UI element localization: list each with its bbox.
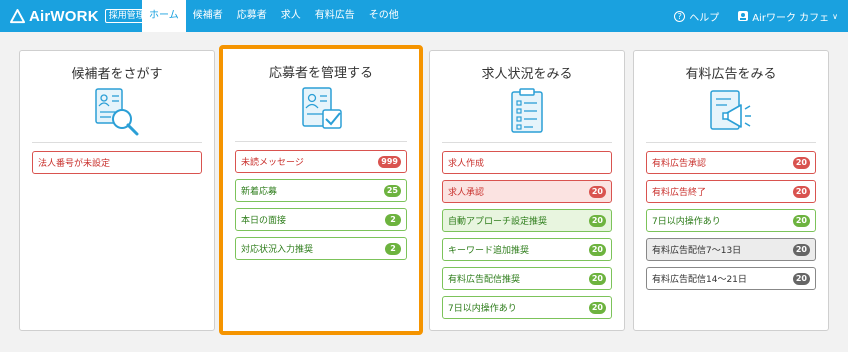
item-paid-ad-ended[interactable]: 有料広告終了 20 [646, 180, 816, 203]
card-title: 求人状況をみる [481, 67, 573, 82]
account-menu[interactable]: Airワーク カフェ ∨ [737, 9, 838, 24]
item-label: キーワード追加推奨 [448, 246, 530, 256]
tab-other[interactable]: その他 [362, 0, 406, 32]
item-label: 対応状況入力推奨 [241, 245, 314, 255]
tab-candidates[interactable]: 候補者 [186, 0, 230, 32]
item-keyword-recommended[interactable]: キーワード追加推奨 20 [442, 238, 612, 261]
count-badge: 2 [385, 213, 401, 226]
help-icon: ? [674, 10, 686, 22]
help-label: ヘルプ [689, 12, 720, 24]
card-title: 有料広告をみる [685, 67, 777, 82]
item-paid-ad-approval[interactable]: 有料広告承認 20 [646, 151, 816, 174]
candidate-search-icon [95, 88, 139, 136]
logo-mark-icon [10, 8, 25, 23]
chevron-down-icon: ∨ [832, 11, 838, 21]
count-badge: 20 [588, 272, 606, 285]
item-label: 新着応募 [241, 187, 278, 197]
count-badge: 20 [792, 185, 810, 198]
item-label: 自動アプローチ設定推奨 [448, 217, 548, 227]
item-label: 求人承認 [448, 188, 485, 198]
item-status-input-recommended[interactable]: 対応状況入力推奨 2 [235, 237, 407, 260]
item-label: 求人作成 [448, 159, 485, 169]
item-ad-operated-within-7-days[interactable]: 7日以内操作あり 20 [646, 209, 816, 232]
count-badge: 20 [792, 214, 810, 227]
item-label: 有料広告終了 [652, 188, 707, 198]
airwork-logo[interactable]: AirWORK 採用管理 [10, 7, 149, 25]
item-todays-interviews[interactable]: 本日の面接 2 [235, 208, 407, 231]
main-nav-tabs: ホーム 候補者 応募者 求人 有料広告 その他 [142, 0, 406, 32]
count-badge: 999 [378, 155, 401, 168]
applicant-manage-icon [302, 87, 342, 129]
count-badge: 20 [588, 301, 606, 314]
item-label: 7日以内操作あり [448, 304, 517, 314]
card-paid-ads: 有料広告をみる 有料広告承認 20 有料広告終了 20 7日以内操作あり 20 … [633, 50, 829, 331]
paid-ad-icon [710, 90, 751, 130]
item-operated-within-7-days[interactable]: 7日以内操作あり 20 [442, 296, 612, 319]
card-job-status: 求人状況をみる 求人作成 求人承認 20 自動アプローチ設定推奨 20 キーワー… [429, 50, 625, 331]
item-label: 有料広告承認 [652, 159, 707, 169]
tab-applicants[interactable]: 応募者 [230, 0, 274, 32]
card-divider [235, 141, 407, 142]
logo-text: AirWORK [29, 7, 99, 25]
count-badge: 20 [792, 243, 810, 256]
item-paid-ad-recommended[interactable]: 有料広告配信推奨 20 [442, 267, 612, 290]
item-unread-messages[interactable]: 未読メッセージ 999 [235, 150, 407, 173]
item-label: 7日以内操作あり [652, 217, 721, 227]
count-badge: 2 [385, 242, 401, 255]
item-label: 有料広告配信7〜13日 [652, 246, 742, 256]
account-label: Airワーク カフェ [752, 12, 830, 24]
item-new-applications[interactable]: 新着応募 25 [235, 179, 407, 202]
item-create-job[interactable]: 求人作成 [442, 151, 612, 174]
card-divider [32, 142, 202, 143]
nav-right: ? ヘルプ Airワーク カフェ ∨ [674, 0, 838, 32]
tab-paid-ads[interactable]: 有料広告 [308, 0, 362, 32]
card-candidate-search: 候補者をさがす 法人番号が未設定 [19, 50, 215, 331]
card-items: 有料広告承認 20 有料広告終了 20 7日以内操作あり 20 有料広告配信7〜… [646, 151, 816, 296]
count-badge: 20 [792, 272, 810, 285]
item-job-approval[interactable]: 求人承認 20 [442, 180, 612, 203]
count-badge: 20 [792, 156, 810, 169]
item-auto-approach-recommended[interactable]: 自動アプローチ設定推奨 20 [442, 209, 612, 232]
card-divider [442, 142, 612, 143]
item-corporate-number-unset[interactable]: 法人番号が未設定 [32, 151, 202, 174]
item-label: 有料広告配信推奨 [448, 275, 521, 285]
tab-home[interactable]: ホーム [142, 0, 186, 32]
card-items: 法人番号が未設定 [32, 151, 202, 180]
count-badge: 20 [588, 185, 606, 198]
item-label: 有料広告配信14〜21日 [652, 275, 747, 285]
item-ad-delivery-7-13-days[interactable]: 有料広告配信7〜13日 20 [646, 238, 816, 261]
tab-jobs[interactable]: 求人 [274, 0, 308, 32]
card-items: 未読メッセージ 999 新着応募 25 本日の面接 2 対応状況入力推奨 2 [235, 150, 407, 266]
item-label: 本日の面接 [241, 216, 287, 226]
card-divider [646, 142, 816, 143]
store-icon [738, 11, 749, 21]
card-applicant-manage: 応募者を管理する 未読メッセージ 999 新着応募 25 本日の面接 2 対応状… [219, 45, 423, 335]
count-badge: 20 [588, 243, 606, 256]
help-link[interactable]: ? ヘルプ [674, 9, 719, 24]
job-status-icon [511, 88, 543, 133]
item-label: 法人番号が未設定 [38, 159, 111, 169]
card-title: 応募者を管理する [268, 66, 373, 81]
count-badge: 20 [588, 214, 606, 227]
card-items: 求人作成 求人承認 20 自動アプローチ設定推奨 20 キーワード追加推奨 20… [442, 151, 612, 325]
count-badge: 25 [383, 184, 401, 197]
top-navbar: AirWORK 採用管理 ホーム 候補者 応募者 求人 有料広告 その他 ? ヘ… [0, 0, 848, 32]
item-label: 未読メッセージ [241, 158, 304, 168]
card-title: 候補者をさがす [71, 67, 163, 82]
item-ad-delivery-14-21-days[interactable]: 有料広告配信14〜21日 20 [646, 267, 816, 290]
